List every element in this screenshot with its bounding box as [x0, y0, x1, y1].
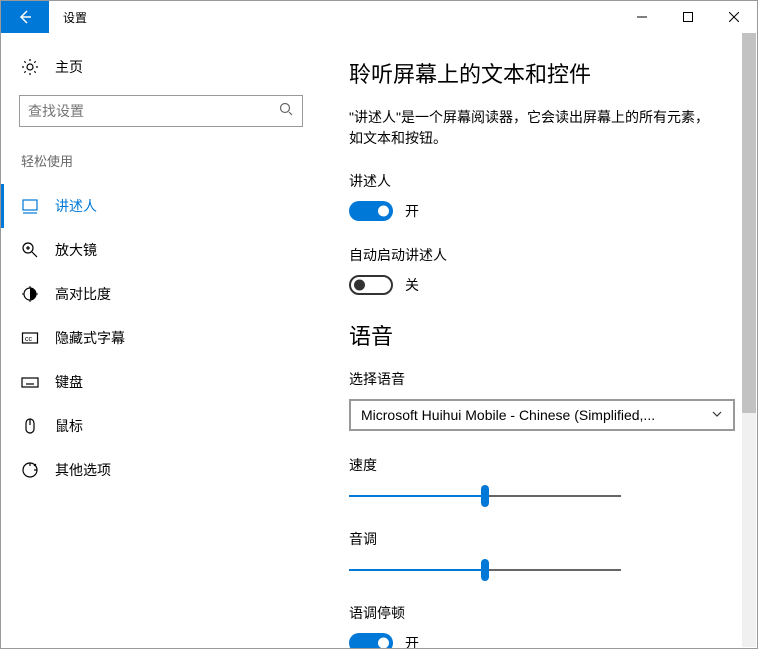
magnifier-icon [21, 241, 39, 259]
contrast-icon [21, 285, 39, 303]
sidebar-item-keyboard[interactable]: 键盘 [1, 360, 321, 404]
pause-label: 语调停顿 [349, 603, 739, 623]
autostart-label: 自动启动讲述人 [349, 245, 739, 265]
category-label: 轻松使用 [1, 145, 321, 184]
narrator-icon [21, 197, 39, 215]
sidebar: 主页 轻松使用 讲述人 放大镜 高对比度 cc 隐藏式字幕 键盘 鼠 [1, 33, 321, 648]
maximize-button[interactable] [665, 1, 711, 33]
autostart-toggle[interactable] [349, 275, 393, 295]
sidebar-item-mouse[interactable]: 鼠标 [1, 404, 321, 448]
window-title: 设置 [49, 1, 619, 33]
sidebar-item-other[interactable]: 其他选项 [1, 448, 321, 492]
narrator-label: 讲述人 [349, 171, 739, 191]
sidebar-item-label: 其他选项 [55, 460, 111, 480]
autostart-state: 关 [405, 275, 419, 295]
keyboard-icon [21, 373, 39, 391]
narrator-toggle[interactable] [349, 201, 393, 221]
voice-dropdown[interactable]: Microsoft Huihui Mobile - Chinese (Simpl… [349, 399, 735, 431]
choose-voice-label: 选择语音 [349, 369, 739, 389]
pause-state: 开 [405, 633, 419, 648]
chevron-down-icon [711, 407, 723, 423]
voice-selected: Microsoft Huihui Mobile - Chinese (Simpl… [361, 407, 655, 423]
sidebar-item-label: 隐藏式字幕 [55, 328, 125, 348]
gear-icon [21, 58, 39, 76]
main-content: 聆听屏幕上的文本和控件 "讲述人"是一个屏幕阅读器，它会读出屏幕上的所有元素，如… [321, 33, 757, 648]
pitch-slider[interactable] [349, 559, 621, 581]
narrator-state: 开 [405, 201, 419, 221]
sidebar-item-narrator[interactable]: 讲述人 [1, 184, 321, 228]
scrollbar[interactable] [742, 33, 756, 647]
page-description: "讲述人"是一个屏幕阅读器，它会读出屏幕上的所有元素，如文本和按钮。 [349, 107, 719, 149]
arrow-left-icon [17, 9, 33, 25]
sidebar-item-label: 放大镜 [55, 240, 97, 260]
titlebar: 设置 [1, 1, 757, 33]
speed-label: 速度 [349, 455, 739, 475]
home-link[interactable]: 主页 [1, 47, 321, 87]
captions-icon: cc [21, 329, 39, 347]
minimize-button[interactable] [619, 1, 665, 33]
scrollbar-thumb[interactable] [742, 33, 756, 413]
sidebar-item-contrast[interactable]: 高对比度 [1, 272, 321, 316]
home-label: 主页 [55, 57, 83, 77]
mouse-icon [21, 417, 39, 435]
sidebar-item-label: 键盘 [55, 372, 83, 392]
search-icon [278, 101, 294, 122]
sidebar-item-label: 讲述人 [55, 196, 97, 216]
voice-heading: 语音 [349, 319, 739, 351]
sidebar-item-magnifier[interactable]: 放大镜 [1, 228, 321, 272]
sidebar-item-captions[interactable]: cc 隐藏式字幕 [1, 316, 321, 360]
pitch-label: 音调 [349, 529, 739, 549]
search-input[interactable] [19, 95, 303, 127]
sidebar-item-label: 高对比度 [55, 284, 111, 304]
pause-toggle[interactable] [349, 633, 393, 648]
window-controls [619, 1, 757, 33]
sidebar-item-label: 鼠标 [55, 416, 83, 436]
speed-slider[interactable] [349, 485, 621, 507]
svg-text:cc: cc [25, 336, 33, 343]
search-field[interactable] [28, 103, 278, 119]
close-button[interactable] [711, 1, 757, 33]
other-icon [21, 461, 39, 479]
page-heading: 聆听屏幕上的文本和控件 [349, 57, 739, 89]
back-button[interactable] [1, 1, 49, 33]
